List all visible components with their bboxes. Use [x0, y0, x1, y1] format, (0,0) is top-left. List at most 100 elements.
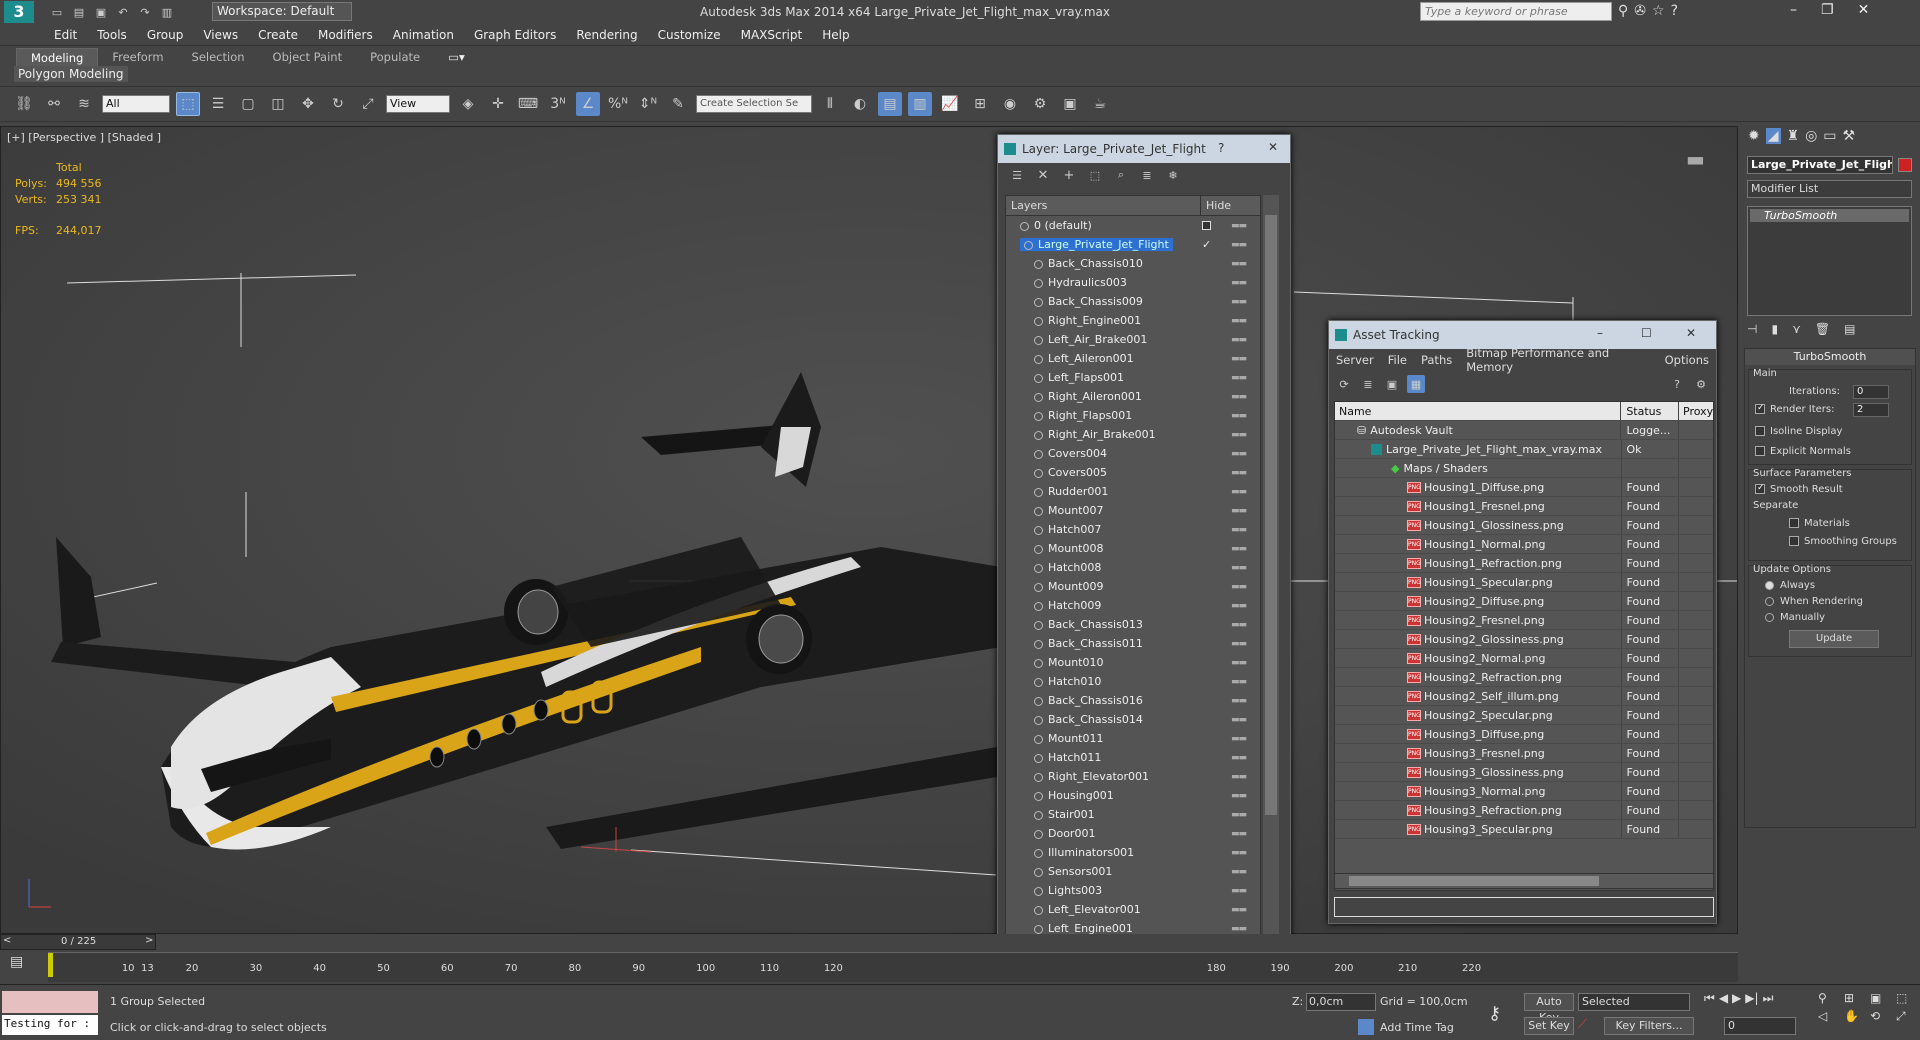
utilities-tab-icon[interactable]: ⚒	[1843, 128, 1856, 144]
zoom-icon[interactable]: ⚲	[1818, 991, 1840, 1005]
selection-filter-dropdown[interactable]: All	[102, 95, 170, 113]
list-item[interactable]: Hatch008 ▬▬	[1006, 558, 1260, 577]
maximize-viewport-icon[interactable]: ⤢	[1896, 1009, 1918, 1024]
asset-hscrollbar[interactable]	[1334, 873, 1714, 889]
object-name-field[interactable]: Large_Private_Jet_Flight	[1747, 156, 1893, 174]
menu-maxscript[interactable]: MAXScript	[731, 24, 813, 46]
table-row[interactable]: PNG Housing3_Glossiness.png Found	[1335, 763, 1713, 782]
open-file-icon[interactable]: ▤	[70, 3, 88, 21]
ribbon-toggle-icon[interactable]: ▥	[908, 92, 932, 116]
menu-customize[interactable]: Customize	[648, 24, 731, 46]
table-row[interactable]: PNG Housing2_Refraction.png Found	[1335, 668, 1713, 687]
tab-modeling[interactable]: Modeling	[16, 48, 99, 68]
layer-scrollbar-thumb[interactable]	[1265, 215, 1277, 815]
table-row[interactable]: PNG Housing3_Diffuse.png Found	[1335, 725, 1713, 744]
list-item[interactable]: Hatch009 ▬▬	[1006, 596, 1260, 615]
hide-toggle-icon[interactable]: ▬▬	[1231, 639, 1247, 649]
update-button[interactable]: Update	[1789, 630, 1879, 648]
explicit-normals-row[interactable]: Explicit Normals	[1755, 446, 1851, 457]
workspace-dropdown[interactable]: Workspace: Default	[212, 2, 352, 21]
zoom-extents-all-icon[interactable]: ⬚	[1896, 991, 1918, 1005]
list-item[interactable]: Left_Flaps001 ▬▬	[1006, 368, 1260, 387]
hide-toggle-icon[interactable]: ▬▬	[1231, 696, 1247, 706]
pan-icon[interactable]: ✋	[1844, 1009, 1866, 1024]
table-row[interactable]: PNG Housing2_Specular.png Found	[1335, 706, 1713, 725]
modify-tab-icon[interactable]: ◢	[1765, 128, 1781, 144]
table-row[interactable]: PNG Housing2_Glossiness.png Found	[1335, 630, 1713, 649]
hide-toggle-icon[interactable]: ▬▬	[1231, 240, 1247, 250]
refresh-icon[interactable]: ⟳	[1335, 375, 1353, 393]
hide-toggle-icon[interactable]: ▬▬	[1231, 259, 1247, 269]
highlight-selected-icon[interactable]: ⌕	[1112, 166, 1130, 184]
asset-help-icon[interactable]: ?	[1668, 375, 1686, 393]
star-icon[interactable]: ☆	[1652, 3, 1665, 19]
tab-selection[interactable]: Selection	[178, 48, 259, 68]
menu-create[interactable]: Create	[248, 24, 308, 46]
hide-toggle-icon[interactable]: ▬▬	[1231, 734, 1247, 744]
list-item[interactable]: 0 (default) ▬▬	[1006, 216, 1260, 235]
col-proxy[interactable]: Proxy	[1679, 402, 1713, 420]
layer-scrollbar[interactable]	[1263, 195, 1279, 1015]
hide-toggle-icon[interactable]: ▬▬	[1231, 278, 1247, 288]
bind-spacewarp-icon[interactable]: ≋	[72, 92, 96, 116]
table-row[interactable]: PNG Housing1_Fresnel.png Found	[1335, 497, 1713, 516]
list-item[interactable]: Mount009 ▬▬	[1006, 577, 1260, 596]
hide-toggle-icon[interactable]: ▬▬	[1231, 582, 1247, 592]
help-icon[interactable]: ?	[1671, 3, 1678, 19]
hide-toggle-icon[interactable]: ▬▬	[1231, 772, 1247, 782]
hide-toggle-icon[interactable]: ▬▬	[1231, 297, 1247, 307]
menu-animation[interactable]: Animation	[383, 24, 464, 46]
key-filters-button[interactable]: Key Filters...	[1604, 1017, 1694, 1035]
hide-toggle-icon[interactable]: ▬▬	[1231, 506, 1247, 516]
hide-toggle-icon[interactable]: ▬▬	[1231, 449, 1247, 459]
next-frame-icon[interactable]: ▶|	[1745, 991, 1758, 1006]
manually-row[interactable]: Manually	[1765, 612, 1825, 623]
iterations-spinner[interactable]: 0	[1853, 385, 1889, 399]
remove-modifier-icon[interactable]: 🗑	[1815, 322, 1830, 336]
asset-menu-server[interactable]: Server	[1329, 353, 1381, 367]
list-item[interactable]: Left_Aileron001 ▬▬	[1006, 349, 1260, 368]
list-item[interactable]: Left_Air_Brake001 ▬▬	[1006, 330, 1260, 349]
undo-icon[interactable]: ↶	[114, 3, 132, 21]
move-icon[interactable]: ✥	[296, 92, 320, 116]
list-item[interactable]: Left_Elevator001 ▬▬	[1006, 900, 1260, 919]
restore-icon[interactable]: ❐	[1821, 2, 1834, 18]
table-row[interactable]: PNG Housing3_Normal.png Found	[1335, 782, 1713, 801]
fov-icon[interactable]: ◁	[1818, 1009, 1840, 1024]
asset-window-titlebar[interactable]: Asset Tracking – ☐ ✕	[1329, 321, 1716, 349]
table-row[interactable]: Large_Private_Jet_Flight_max_vray.max Ok	[1335, 440, 1713, 459]
smooth-result-row[interactable]: Smooth Result	[1755, 484, 1843, 495]
layer-window-titlebar[interactable]: Layer: Large_Private_Jet_Flight ? ✕	[998, 135, 1290, 163]
ribbon-options-icon[interactable]: ▭▾	[434, 48, 479, 68]
create-tab-icon[interactable]: ✹	[1748, 128, 1760, 144]
time-slider-right-icon[interactable]: >	[145, 935, 153, 946]
always-row[interactable]: Always	[1765, 580, 1815, 591]
search-input[interactable]: Type a keyword or phrase	[1420, 2, 1612, 21]
layer-close-icon[interactable]: ✕	[1268, 140, 1278, 154]
list-item[interactable]: Rudder001 ▬▬	[1006, 482, 1260, 501]
rotate-icon[interactable]: ↻	[326, 92, 350, 116]
list-item[interactable]: Mount008 ▬▬	[1006, 539, 1260, 558]
minimize-icon[interactable]: –	[1790, 2, 1797, 18]
zoom-all-icon[interactable]: ⊞	[1844, 991, 1866, 1005]
z-coordinate-field[interactable]: 0,0cm	[1306, 993, 1376, 1011]
time-tag-icon[interactable]	[1358, 1019, 1374, 1035]
rect-region-icon[interactable]: ▢	[236, 92, 260, 116]
asset-settings-icon[interactable]: ⚙	[1692, 375, 1710, 393]
hold-icon[interactable]: ▥	[158, 3, 176, 21]
hide-toggle-icon[interactable]: ▬▬	[1231, 905, 1247, 915]
asset-close-icon[interactable]: ✕	[1686, 326, 1696, 340]
isoline-row[interactable]: Isoline Display	[1755, 426, 1842, 437]
select-highlighted-icon[interactable]: ⬚	[1086, 166, 1104, 184]
auto-key-button[interactable]: Auto Key	[1524, 993, 1574, 1024]
when-rendering-radio[interactable]	[1765, 596, 1774, 606]
render-iters-checkbox[interactable]	[1755, 404, 1765, 414]
rendered-frame-icon[interactable]: ▣	[1058, 92, 1082, 116]
menu-rendering[interactable]: Rendering	[566, 24, 647, 46]
menu-views[interactable]: Views	[193, 24, 248, 46]
when-rendering-row[interactable]: When Rendering	[1765, 596, 1863, 607]
key-icon[interactable]: ⚷	[1488, 1003, 1501, 1024]
table-row[interactable]: PNG Housing1_Glossiness.png Found	[1335, 516, 1713, 535]
tab-object-paint[interactable]: Object Paint	[259, 48, 357, 68]
list-item[interactable]: Large_Private_Jet_Flight ✓ ▬▬	[1006, 235, 1260, 254]
